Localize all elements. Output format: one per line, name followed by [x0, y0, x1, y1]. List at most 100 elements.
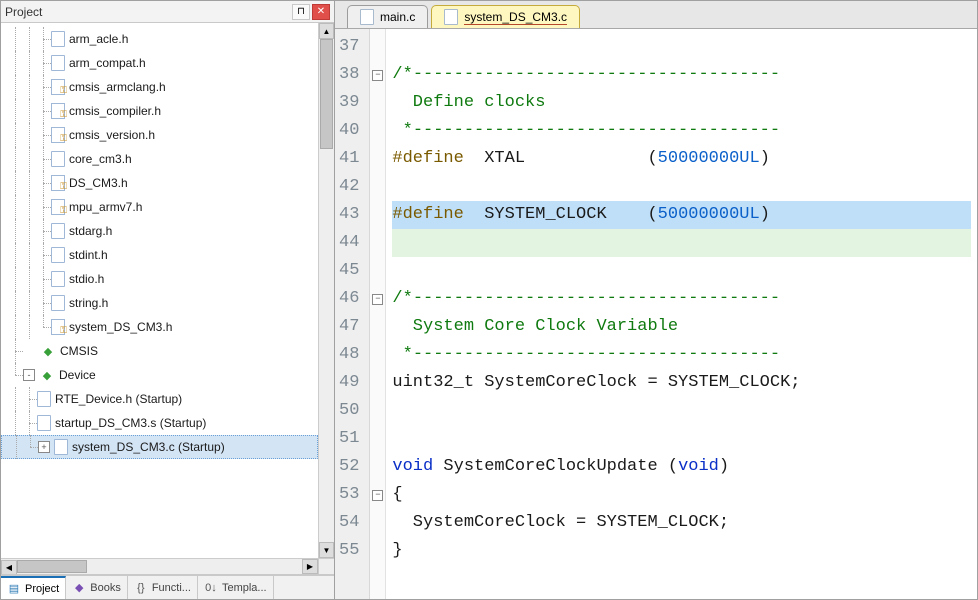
code-token: {	[392, 485, 402, 504]
tree-item[interactable]: cmsis_armclang.h	[1, 75, 318, 99]
code-token: 50000000UL	[658, 149, 760, 168]
editor-tab[interactable]: main.c	[347, 5, 428, 28]
code-line[interactable]	[392, 397, 971, 425]
code-line[interactable]	[392, 173, 971, 201]
tree-item[interactable]: stdarg.h	[1, 219, 318, 243]
tree-item[interactable]: stdio.h	[1, 267, 318, 291]
code-line[interactable]: #define XTAL (50000000UL)	[392, 145, 971, 173]
tree-item-label: DS_CM3.h	[69, 176, 128, 190]
tree-item[interactable]: core_cm3.h	[1, 147, 318, 171]
tree-item-label: arm_acle.h	[69, 32, 128, 46]
code-line[interactable]: System Core Clock Variable	[392, 313, 971, 341]
tree-item[interactable]: cmsis_version.h	[1, 123, 318, 147]
collapse-icon[interactable]: -	[23, 369, 35, 381]
code-line[interactable]: SystemCoreClock = SYSTEM_CLOCK;	[392, 509, 971, 537]
fold-collapse-icon[interactable]: −	[372, 294, 383, 305]
header-key-file-icon	[51, 103, 65, 119]
code-line[interactable]: {	[392, 481, 971, 509]
fold-collapse-icon[interactable]: −	[372, 70, 383, 81]
tree-item[interactable]: stdint.h	[1, 243, 318, 267]
panel-tab[interactable]: 0↓Templa...	[198, 576, 274, 599]
code-line[interactable]: void SystemCoreClockUpdate (void)	[392, 453, 971, 481]
code-line[interactable]: }	[392, 537, 971, 565]
editor-tab[interactable]: system_DS_CM3.c	[431, 5, 580, 28]
code-line[interactable]: /*------------------------------------	[392, 61, 971, 89]
line-number: 43	[339, 201, 359, 229]
code-text[interactable]: /*------------------------------------ D…	[386, 29, 977, 599]
panel-tab[interactable]: {}Functi...	[128, 576, 198, 599]
code-line[interactable]	[392, 425, 971, 453]
code-token: Define clocks	[392, 93, 545, 112]
fold-cell: −	[370, 285, 385, 313]
code-token: void	[678, 457, 719, 476]
code-token: void	[392, 457, 433, 476]
code-line[interactable]	[392, 33, 971, 61]
file-icon	[51, 151, 65, 167]
panel-close-button[interactable]: ✕	[312, 4, 330, 20]
code-line[interactable]: *------------------------------------	[392, 341, 971, 369]
code-line[interactable]: uint32_t SystemCoreClock = SYSTEM_CLOCK;	[392, 369, 971, 397]
editor-tab-label: system_DS_CM3.c	[464, 10, 567, 25]
tree-item[interactable]: cmsis_compiler.h	[1, 99, 318, 123]
panel-title: Project	[5, 5, 42, 19]
tree-item[interactable]: RTE_Device.h (Startup)	[1, 387, 318, 411]
code-line[interactable]: #define SYSTEM_CLOCK (50000000UL)	[392, 201, 971, 229]
tree-connector	[23, 27, 37, 51]
panel-header: Project ⊓ ✕	[1, 1, 334, 23]
code-line[interactable]: /*------------------------------------	[392, 285, 971, 313]
tree-item-label: Device	[59, 368, 96, 382]
code-line[interactable]	[392, 257, 971, 285]
fold-cell	[370, 313, 385, 341]
scroll-thumb[interactable]	[320, 39, 333, 149]
tree-item-label: stdio.h	[69, 272, 104, 286]
tree-item[interactable]: mpu_armv7.h	[1, 195, 318, 219]
tab-icon: ▤	[7, 582, 21, 596]
group-icon: ◆	[40, 343, 56, 359]
line-number: 51	[339, 425, 359, 453]
fold-cell	[370, 33, 385, 61]
line-number: 45	[339, 257, 359, 285]
scroll-thumb[interactable]	[17, 560, 87, 573]
code-line[interactable]	[392, 229, 971, 257]
tree-item[interactable]: system_DS_CM3.h	[1, 315, 318, 339]
tree-item-label: arm_compat.h	[69, 56, 146, 70]
code-line[interactable]: *------------------------------------	[392, 117, 971, 145]
fold-cell	[370, 229, 385, 257]
tree-item[interactable]: arm_compat.h	[1, 51, 318, 75]
scroll-down-button[interactable]: ▼	[319, 542, 334, 558]
project-tree[interactable]: arm_acle.harm_compat.hcmsis_armclang.hcm…	[1, 23, 318, 558]
tree-item-label: stdarg.h	[69, 224, 112, 238]
scroll-right-button[interactable]: ▶	[302, 559, 318, 574]
header-key-file-icon	[51, 79, 65, 95]
fold-cell	[370, 537, 385, 565]
scroll-left-button[interactable]: ◀	[1, 560, 17, 575]
fold-collapse-icon[interactable]: −	[372, 490, 383, 501]
tree-item[interactable]: DS_CM3.h	[1, 171, 318, 195]
line-number: 41	[339, 145, 359, 173]
code-line[interactable]: Define clocks	[392, 89, 971, 117]
tree-item[interactable]: arm_acle.h	[1, 27, 318, 51]
code-area[interactable]: 37383940414243444546474849505152535455 −…	[335, 29, 977, 599]
panel-tab[interactable]: ◆Books	[66, 576, 128, 599]
tree-connector	[9, 339, 23, 363]
tree-connector	[37, 147, 51, 171]
panel-tab[interactable]: ▤ Project	[1, 576, 66, 599]
tree-connector	[9, 171, 23, 195]
tree-item[interactable]: -◆Device	[1, 363, 318, 387]
tree-item[interactable]: +system_DS_CM3.c (Startup)	[1, 435, 318, 459]
panel-tab-label: Project	[25, 583, 59, 595]
code-token: ------------------------------------	[413, 121, 780, 140]
panel-pin-button[interactable]: ⊓	[292, 4, 310, 20]
tree-item[interactable]: string.h	[1, 291, 318, 315]
vertical-scrollbar[interactable]: ▲ ▼	[318, 23, 334, 558]
scroll-up-button[interactable]: ▲	[319, 23, 334, 39]
expand-icon[interactable]: +	[38, 441, 50, 453]
tree-item[interactable]: startup_DS_CM3.s (Startup)	[1, 411, 318, 435]
horizontal-scrollbar[interactable]: ◀ ▶	[1, 558, 318, 574]
tree-item[interactable]: ◆CMSIS	[1, 339, 318, 363]
line-number: 44	[339, 229, 359, 257]
code-token: /*	[392, 65, 412, 84]
tree-connector	[23, 315, 37, 339]
code-token: ------------------------------------	[413, 289, 780, 308]
tree-connector	[37, 171, 51, 195]
